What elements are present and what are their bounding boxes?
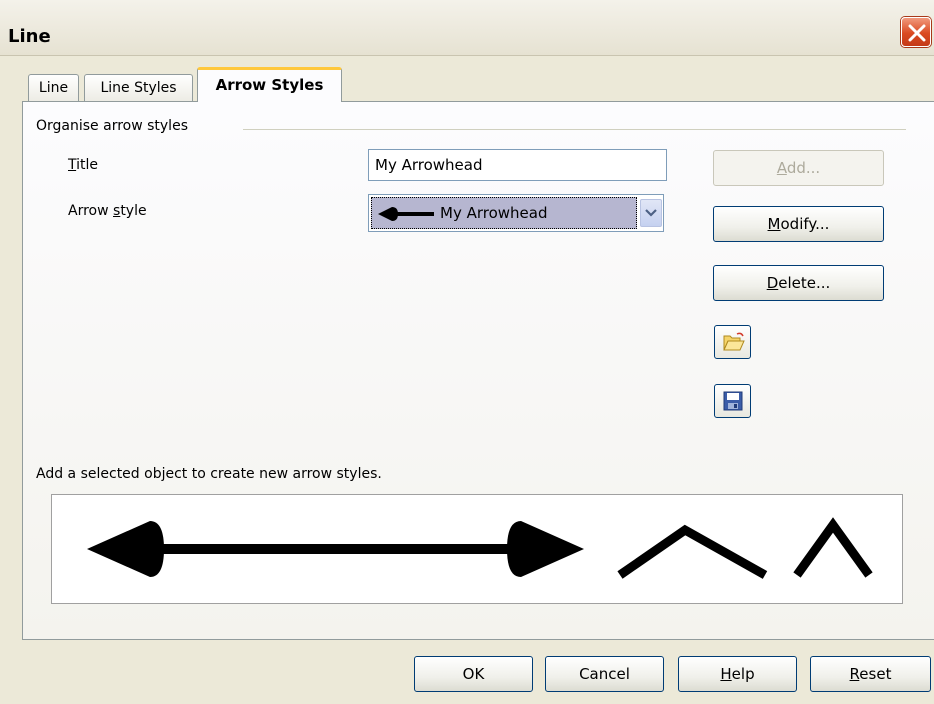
- arrow-preview-icon: [87, 517, 873, 579]
- title-bar: Line: [0, 0, 934, 56]
- load-arrow-styles-button[interactable]: [714, 325, 751, 359]
- dropdown-button[interactable]: [640, 199, 662, 227]
- close-button[interactable]: [901, 17, 931, 47]
- modify-button[interactable]: Modify...: [713, 206, 884, 242]
- tab-line-styles[interactable]: Line Styles: [84, 74, 193, 102]
- title-input[interactable]: My Arrowhead: [368, 149, 667, 181]
- cancel-button[interactable]: Cancel: [545, 656, 664, 692]
- group-divider: [243, 129, 906, 130]
- window-title: Line: [8, 26, 51, 47]
- tab-line[interactable]: Line: [28, 74, 79, 102]
- arrow-style-select[interactable]: My Arrowhead: [368, 194, 664, 232]
- add-button[interactable]: Add...: [713, 150, 884, 186]
- arrow-style-label: Arrow style: [68, 203, 147, 219]
- arrow-style-selected-item: My Arrowhead: [371, 197, 637, 229]
- group-label-organise: Organise arrow styles: [36, 118, 188, 134]
- delete-button[interactable]: Delete...: [713, 265, 884, 301]
- arrowhead-preview-icon: [378, 207, 434, 221]
- floppy-disk-icon: [723, 391, 743, 411]
- hint-text: Add a selected object to create new arro…: [36, 466, 382, 482]
- arrow-preview-area: [51, 494, 903, 604]
- chevron-down-icon: [645, 209, 657, 217]
- title-label: Title: [68, 157, 99, 173]
- help-button[interactable]: Help: [678, 656, 797, 692]
- save-arrow-styles-button[interactable]: [714, 384, 751, 418]
- close-icon: [908, 24, 926, 42]
- reset-button[interactable]: Reset: [810, 656, 931, 692]
- folder-open-icon: [723, 332, 745, 351]
- tab-arrow-styles[interactable]: Arrow Styles: [197, 67, 342, 102]
- ok-button[interactable]: OK: [414, 656, 533, 692]
- arrow-style-value: My Arrowhead: [440, 204, 548, 222]
